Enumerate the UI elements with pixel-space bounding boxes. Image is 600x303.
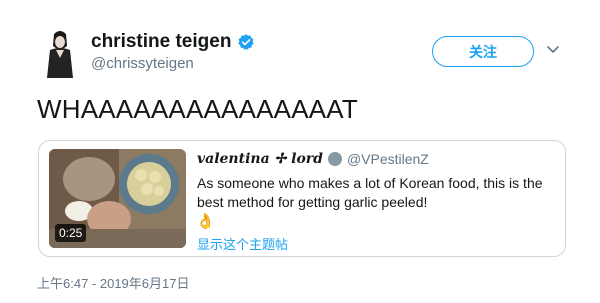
- show-thread-link[interactable]: 显示这个主题帖: [197, 234, 288, 253]
- quoted-author-handle[interactable]: @VPestilenZ: [347, 151, 429, 167]
- quote-avatar-icon: [327, 152, 342, 166]
- author-name[interactable]: christine teigen: [91, 31, 231, 53]
- avatar[interactable]: [40, 28, 80, 80]
- chevron-down-icon[interactable]: [546, 45, 560, 55]
- author-handle[interactable]: @chrissyteigen: [91, 55, 194, 72]
- quoted-tweet-card[interactable]: 0:25 valentina ✢ lord @VPestilenZ As som…: [38, 140, 566, 257]
- quoted-author-row[interactable]: valentina ✢ lord @VPestilenZ: [197, 151, 429, 167]
- ok-hand-emoji: 👌: [196, 213, 215, 230]
- tweet-timestamp[interactable]: 上午6:47 - 2019年6月17日: [37, 273, 189, 292]
- author-name-row[interactable]: christine teigen: [91, 31, 255, 53]
- video-duration: 0:25: [55, 224, 87, 242]
- quoted-tweet-text: As someone who makes a lot of Korean foo…: [197, 175, 543, 210]
- video-thumbnail[interactable]: 0:25: [49, 149, 186, 248]
- tweet-text: WHAAAAAAAAAAAAAAAT: [37, 94, 358, 124]
- follow-button[interactable]: 关注: [432, 36, 534, 67]
- verified-badge-icon: [238, 34, 255, 50]
- quoted-author-name[interactable]: valentina ✢ lord: [197, 151, 323, 167]
